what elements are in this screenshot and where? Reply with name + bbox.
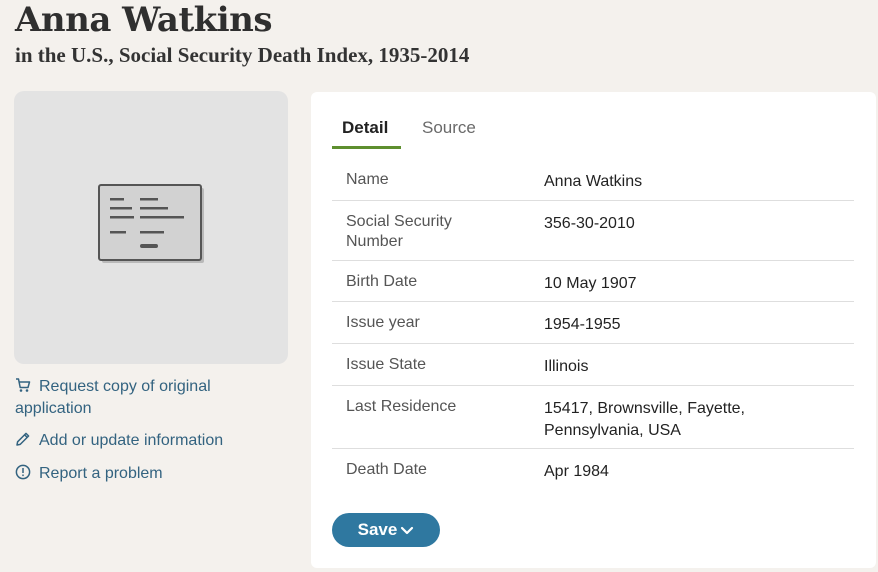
request-copy-label: Request copy of original application	[15, 378, 211, 417]
table-row: Last Residence 15417, Brownsville, Fayet…	[332, 386, 854, 449]
pencil-icon	[15, 431, 33, 447]
add-update-link[interactable]: Add or update information	[15, 430, 223, 452]
save-button-label: Save	[357, 520, 398, 539]
fact-value: Anna Watkins	[544, 173, 643, 190]
alert-circle-icon	[15, 464, 33, 480]
table-row: Name Anna Watkins	[332, 159, 854, 201]
table-row: Issue year 1954-1955	[332, 302, 854, 344]
collection-title: in the U.S., Social Security Death Index…	[15, 43, 470, 67]
fact-label: Birth Date	[346, 273, 418, 290]
table-row: Social Security Number 356-30-2010	[332, 201, 854, 261]
fact-value: 10 May 1907	[544, 275, 637, 292]
fact-value: 15417, Brownsville, Fayette, Pennsylvani…	[544, 400, 745, 439]
document-card-icon	[98, 184, 204, 263]
cart-icon	[15, 377, 33, 393]
fact-value: Illinois	[544, 358, 589, 375]
table-row: Issue State Illinois	[332, 344, 854, 386]
fact-value: Apr 1984	[544, 463, 609, 480]
add-update-label: Add or update information	[39, 432, 224, 449]
chevron-down-icon	[400, 514, 414, 548]
tab-source[interactable]: Source	[422, 118, 476, 138]
fact-label: Social Security Number	[346, 213, 452, 250]
report-problem-link[interactable]: Report a problem	[15, 463, 163, 485]
fact-value: 1954-1955	[544, 316, 621, 333]
request-copy-link[interactable]: Request copy of original application	[15, 376, 280, 420]
fact-label: Issue year	[346, 314, 420, 331]
person-name: Anna Watkins	[15, 0, 273, 40]
fact-label: Last Residence	[346, 398, 457, 415]
record-actions: Request copy of original application Add…	[15, 376, 280, 482]
report-problem-label: Report a problem	[39, 465, 163, 482]
fact-label: Name	[346, 171, 389, 188]
save-button[interactable]: Save	[332, 513, 440, 547]
active-tab-indicator	[332, 146, 401, 149]
record-image-thumbnail[interactable]	[14, 91, 288, 364]
tab-detail[interactable]: Detail	[342, 118, 388, 138]
facts-table: Name Anna Watkins Social Security Number…	[332, 159, 854, 490]
table-row: Death Date Apr 1984	[332, 449, 854, 490]
fact-label: Issue State	[346, 356, 427, 373]
record-detail-card: Detail Source Name Anna Watkins Social S…	[311, 92, 876, 568]
table-row: Birth Date 10 May 1907	[332, 261, 854, 302]
fact-label: Death Date	[346, 461, 427, 478]
fact-value: 356-30-2010	[544, 215, 635, 232]
